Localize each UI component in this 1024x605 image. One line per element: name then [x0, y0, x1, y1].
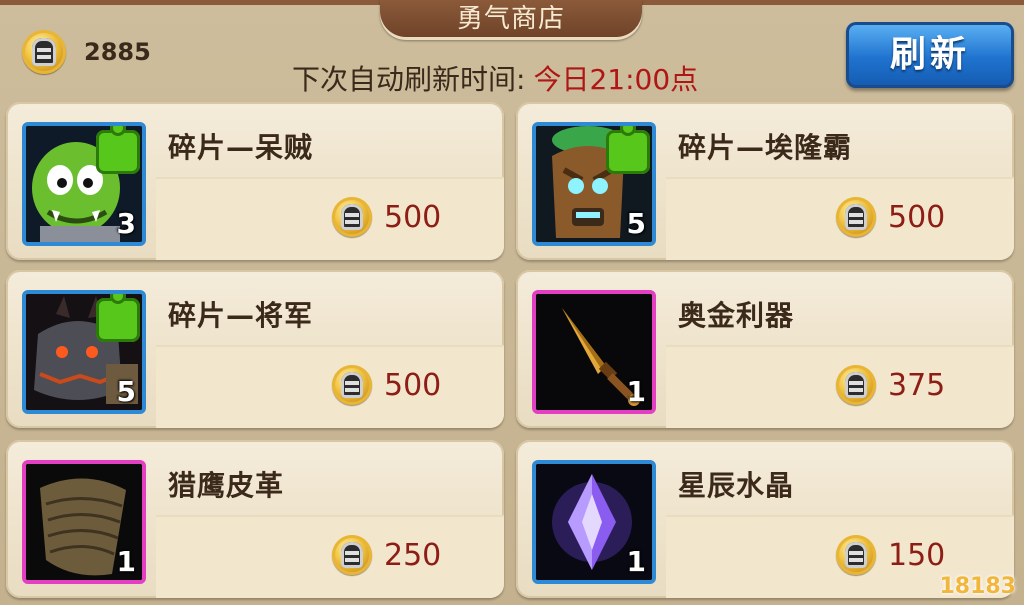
item-quantity: 1: [626, 375, 646, 408]
shop-screen: 勇气商店 2885 下次自动刷新时间: 今日21:00点 刷新 3 碎片—呆贼 …: [0, 0, 1024, 605]
item-thumbnail: 5: [532, 122, 656, 246]
item-name: 猎鹰皮革: [168, 469, 285, 502]
item-name: 星辰水晶: [678, 469, 795, 502]
item-price: 375: [836, 365, 945, 405]
item-quantity: 1: [626, 545, 646, 578]
puzzle-piece-icon: [96, 294, 140, 342]
item-thumbnail: 5: [22, 290, 146, 414]
item-price: 150: [836, 535, 945, 575]
watermark-logo: 18183: [939, 574, 1016, 599]
shop-item-card[interactable]: 1 猎鹰皮革 250: [6, 440, 504, 598]
puzzle-piece-icon: [96, 126, 140, 174]
item-name: 碎片—埃隆霸: [678, 131, 853, 164]
shop-title: 勇气商店: [380, 0, 642, 40]
item-name: 奥金利器: [678, 299, 795, 332]
item-price: 250: [332, 535, 441, 575]
item-price: 500: [836, 197, 945, 237]
item-price: 500: [332, 365, 441, 405]
currency-display: 2885: [22, 30, 151, 74]
courage-coin-icon: [22, 30, 66, 74]
puzzle-piece-icon: [606, 126, 650, 174]
item-thumbnail: 1: [532, 290, 656, 414]
item-thumbnail: 1: [22, 460, 146, 584]
item-quantity: 1: [116, 545, 136, 578]
courage-coin-icon: [332, 535, 372, 575]
price-value: 500: [384, 199, 442, 235]
shop-item-card[interactable]: 3 碎片—呆贼 500: [6, 102, 504, 260]
refresh-button[interactable]: 刷新: [846, 22, 1014, 88]
shop-item-card[interactable]: 1 奥金利器 375: [516, 270, 1014, 428]
courage-coin-icon: [836, 197, 876, 237]
item-quantity: 3: [116, 207, 136, 240]
top-bar-right: [632, 0, 1024, 5]
item-quantity: 5: [116, 375, 136, 408]
price-value: 375: [888, 367, 946, 403]
item-thumbnail: 3: [22, 122, 146, 246]
item-name: 碎片—呆贼: [168, 131, 314, 164]
shop-item-card[interactable]: 5 碎片—将军 500: [6, 270, 504, 428]
price-value: 150: [888, 537, 946, 573]
item-price: 500: [332, 197, 441, 237]
top-bar-left: [0, 0, 390, 5]
refresh-info: 下次自动刷新时间: 今日21:00点: [292, 58, 698, 98]
shop-item-card[interactable]: 5 碎片—埃隆霸 500: [516, 102, 1014, 260]
price-value: 250: [384, 537, 442, 573]
courage-coin-icon: [836, 365, 876, 405]
currency-amount: 2885: [84, 38, 151, 66]
item-thumbnail: 1: [532, 460, 656, 584]
refresh-time: 今日21:00点: [533, 63, 699, 96]
refresh-label: 下次自动刷新时间:: [292, 63, 526, 96]
price-value: 500: [384, 367, 442, 403]
courage-coin-icon: [332, 197, 372, 237]
item-name: 碎片—将军: [168, 299, 314, 332]
courage-coin-icon: [836, 535, 876, 575]
courage-coin-icon: [332, 365, 372, 405]
price-value: 500: [888, 199, 946, 235]
item-quantity: 5: [626, 207, 646, 240]
